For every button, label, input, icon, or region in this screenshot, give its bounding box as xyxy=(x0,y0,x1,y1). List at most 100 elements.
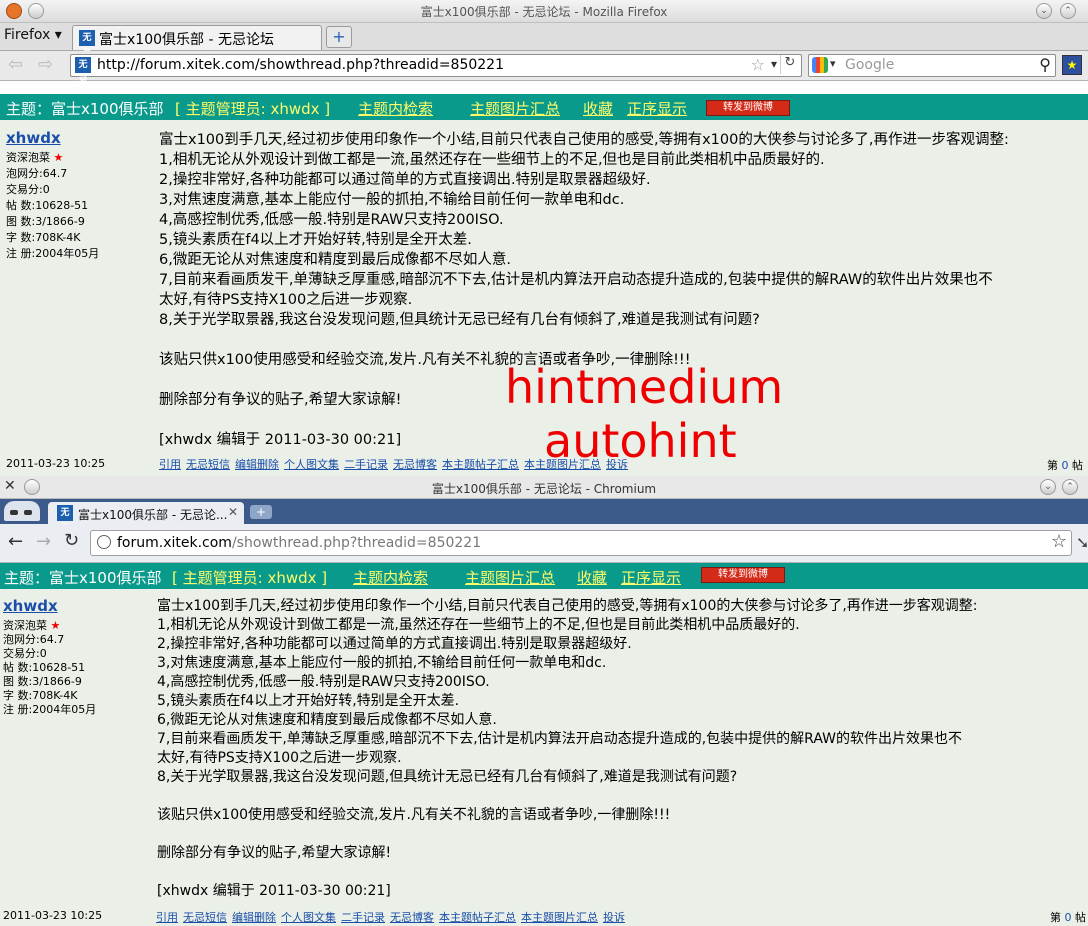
author-trade: 交易分:0 xyxy=(3,647,47,660)
author-images: 图 数:3/1866-9 xyxy=(3,675,82,688)
minimize-button[interactable]: ⌄ xyxy=(1040,479,1056,495)
engine-dropdown-icon[interactable]: ▾ xyxy=(830,57,836,70)
reload-icon[interactable]: ↻ xyxy=(64,530,79,551)
author-rank: 资深泡菜 xyxy=(6,151,50,164)
post-line: 8,关于光学取景器,我这台没发现问题,但具统计无忌已经有几台有倾斜了,难道是我测… xyxy=(157,769,738,785)
favorite-link[interactable]: 收藏 xyxy=(577,567,607,588)
author-rank-row: 资深泡菜 ★ xyxy=(3,619,96,633)
floor-value: 0 xyxy=(1061,459,1069,472)
new-tab-button[interactable]: + xyxy=(326,26,352,48)
topic-search-link[interactable]: 主题内检索 xyxy=(358,98,433,119)
chromium-titlebar: ✕ 富士x100俱乐部 - 无忌论坛 - Chromium ⌄ ⌃ xyxy=(0,476,1088,499)
floor-prefix: 第 xyxy=(1047,459,1058,472)
post-line: 6,微距无论从对焦速度和精度到最后成像都不尽如人意. xyxy=(157,712,497,728)
bookmark-star-icon[interactable]: ☆ xyxy=(751,55,765,74)
minimize-button[interactable]: ⌄ xyxy=(1036,3,1052,19)
post-line: 5,镜头素质在f4以上才开始好转,特别是全开太差. xyxy=(159,232,472,248)
topic-posts-link[interactable]: 本主题帖子汇总 xyxy=(439,911,516,924)
post-line: 5,镜头素质在f4以上才开始好转,特别是全开太差. xyxy=(157,693,460,709)
order-link[interactable]: 正序显示 xyxy=(621,567,681,588)
edit-delete-link[interactable]: 编辑删除 xyxy=(235,458,279,471)
chromium-tab-active[interactable]: 无忌 富士x100俱乐部 - 无忌论... ✕ xyxy=(48,502,244,534)
quote-link[interactable]: 引用 xyxy=(159,458,181,471)
author-score: 泡网分:64.7 xyxy=(6,167,68,180)
tab-title: 富士x100俱乐部 - 无忌论... xyxy=(78,508,228,522)
overlay-label-hintmedium: hintmedium xyxy=(505,360,784,414)
post-line: [xhwdx 编辑于 2011-03-30 00:21] xyxy=(157,883,391,899)
weibo-share-button[interactable]: 转发到微博 xyxy=(701,567,785,583)
trade-record-link[interactable]: 二手记录 xyxy=(341,911,385,924)
forward-arrow-icon[interactable]: ⇨ xyxy=(38,54,53,75)
url-path: /showthread.php?threadid=850221 xyxy=(231,535,482,551)
favorite-link[interactable]: 收藏 xyxy=(583,98,613,119)
post-line: 太好,有待PS支持X100之后进一步观察. xyxy=(159,292,413,308)
gallery-link[interactable]: 个人图文集 xyxy=(281,911,336,924)
message-link[interactable]: 无忌短信 xyxy=(186,458,230,471)
author-registered: 注 册:2004年05月 xyxy=(6,247,100,260)
bookmark-star-icon[interactable]: ☆ xyxy=(1051,531,1067,552)
author-score: 泡网分:64.7 xyxy=(3,633,65,646)
google-engine-icon[interactable] xyxy=(812,57,828,73)
author-rank: 资深泡菜 xyxy=(3,619,47,632)
firefox-menu-button[interactable]: Firefox ▾ xyxy=(4,27,62,43)
quote-link[interactable]: 引用 xyxy=(156,911,178,924)
topic-images-link[interactable]: 主题图片汇总 xyxy=(470,98,560,119)
addon-icon[interactable]: ★ xyxy=(1062,55,1082,75)
author-name[interactable]: xhwdx xyxy=(6,130,99,150)
page-info-icon[interactable] xyxy=(97,535,111,549)
rank-star-icon: ★ xyxy=(53,151,64,164)
firefox-window: 富士x100俱乐部 - 无忌论坛 - Mozilla Firefox ⌄ ⌃ F… xyxy=(0,0,1088,476)
message-link[interactable]: 无忌短信 xyxy=(183,911,227,924)
wrench-menu-icon[interactable]: ➘ xyxy=(1076,533,1088,552)
floor-prefix: 第 xyxy=(1050,911,1061,924)
author-name[interactable]: xhwdx xyxy=(3,599,96,619)
close-tab-icon[interactable]: ✕ xyxy=(228,505,238,519)
topic-title: 主题：富士x100俱乐部 xyxy=(4,569,162,587)
maximize-button[interactable]: ⌃ xyxy=(1062,479,1078,495)
gallery-link[interactable]: 个人图文集 xyxy=(284,458,339,471)
reload-icon[interactable]: ↻ xyxy=(780,55,799,74)
post-line: 1,相机无论从外观设计到做工都是一流,虽然还存在一些细节上的不足,但也是目前此类… xyxy=(157,617,800,633)
topic-images-summary-link[interactable]: 本主题图片汇总 xyxy=(521,911,598,924)
maximize-button[interactable]: ⌃ xyxy=(1060,3,1076,19)
url-dropdown-icon[interactable]: ▾ xyxy=(771,57,777,71)
topic-images-link[interactable]: 主题图片汇总 xyxy=(465,567,555,588)
search-icon[interactable]: ⚲ xyxy=(1039,55,1051,74)
order-link[interactable]: 正序显示 xyxy=(627,98,687,119)
forward-arrow-icon[interactable]: → xyxy=(36,531,51,552)
blog-link[interactable]: 无忌博客 xyxy=(390,911,434,924)
post-line: 4,高感控制优秀,低感一般.特别是RAW只支持200ISO. xyxy=(157,674,490,690)
weibo-share-button[interactable]: 转发到微博 xyxy=(706,100,790,116)
topic-bar: 主题：富士x100俱乐部 [ 主题管理员: xhwdx ] 主题内检索 主题图片… xyxy=(0,563,1088,589)
report-link[interactable]: 投诉 xyxy=(603,911,625,924)
search-box[interactable]: ▾ Google ⚲ xyxy=(808,54,1056,77)
post-line: 6,微距无论从对焦速度和精度到最后成像都不尽如人意. xyxy=(159,252,511,268)
topic-posts-link[interactable]: 本主题帖子汇总 xyxy=(442,458,519,471)
blog-link[interactable]: 无忌博客 xyxy=(393,458,437,471)
topic-admin[interactable]: [ 主题管理员: xhwdx ] xyxy=(172,567,327,588)
tab-title: 富士x100俱乐部 - 无忌论坛 xyxy=(99,32,274,48)
back-arrow-icon[interactable]: ⇦ xyxy=(8,54,23,75)
back-arrow-icon[interactable]: ← xyxy=(8,531,23,552)
topic-search-link[interactable]: 主题内检索 xyxy=(353,567,428,588)
url-bar[interactable]: 无忌 http://forum.xitek.com/showthread.php… xyxy=(70,54,802,86)
topic-admin[interactable]: [ 主题管理员: xhwdx ] xyxy=(175,98,330,119)
author-posts: 帖 数:10628-51 xyxy=(6,199,89,212)
topic-bar: 主题：富士x100俱乐部 [ 主题管理员: xhwdx ] 主题内检索 主题图片… xyxy=(0,94,1088,120)
author-rank-row: 资深泡菜 ★ xyxy=(6,150,99,166)
topic-images-summary-link[interactable]: 本主题图片汇总 xyxy=(524,458,601,471)
post-date: 2011-03-23 10:25 xyxy=(3,909,103,922)
firefox-menu-label: Firefox xyxy=(4,27,51,43)
new-tab-button[interactable]: + xyxy=(250,505,272,519)
author-chars: 字 数:708K-4K xyxy=(3,689,78,702)
report-link[interactable]: 投诉 xyxy=(606,458,628,471)
trade-record-link[interactable]: 二手记录 xyxy=(344,458,388,471)
edit-delete-link[interactable]: 编辑删除 xyxy=(232,911,276,924)
url-host: forum.xitek.com xyxy=(117,535,232,551)
chromium-navbar: ← → ↻ forum.xitek.com/showthread.php?thr… xyxy=(0,524,1088,563)
firefox-titlebar: 富士x100俱乐部 - 无忌论坛 - Mozilla Firefox ⌄ ⌃ xyxy=(0,0,1088,23)
omnibox[interactable]: forum.xitek.com/showthread.php?threadid=… xyxy=(90,530,1072,556)
firefox-tab-active[interactable]: 无忌 富士x100俱乐部 - 无忌论坛 xyxy=(72,25,322,59)
